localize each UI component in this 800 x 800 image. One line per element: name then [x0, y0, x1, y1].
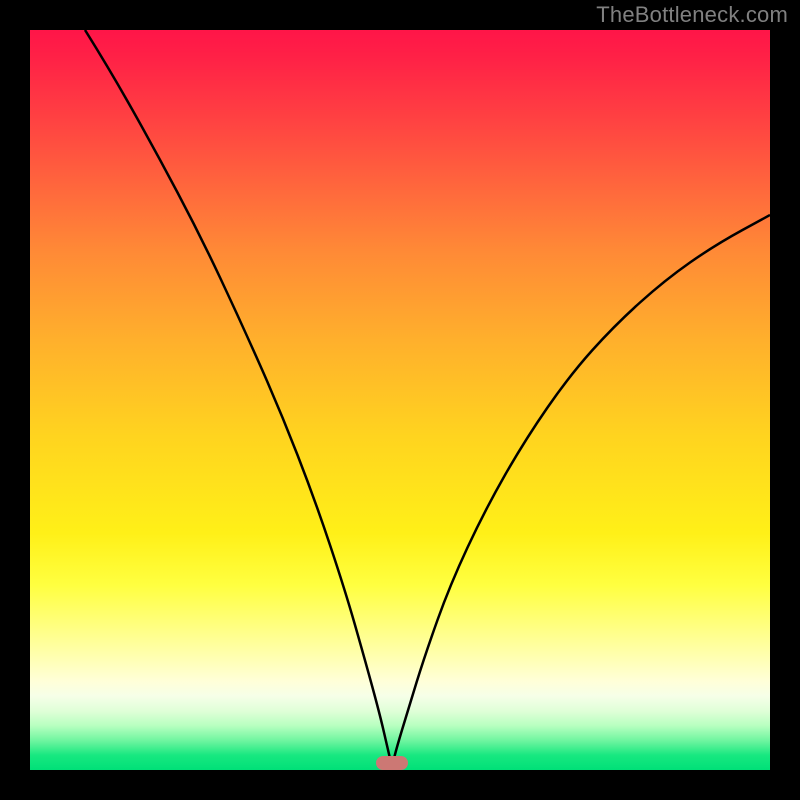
bottleneck-curve — [85, 30, 770, 763]
watermark-text: TheBottleneck.com — [596, 2, 788, 28]
min-marker — [376, 756, 408, 770]
plot-area — [30, 30, 770, 770]
chart-frame: TheBottleneck.com — [0, 0, 800, 800]
curve-svg — [30, 30, 770, 770]
